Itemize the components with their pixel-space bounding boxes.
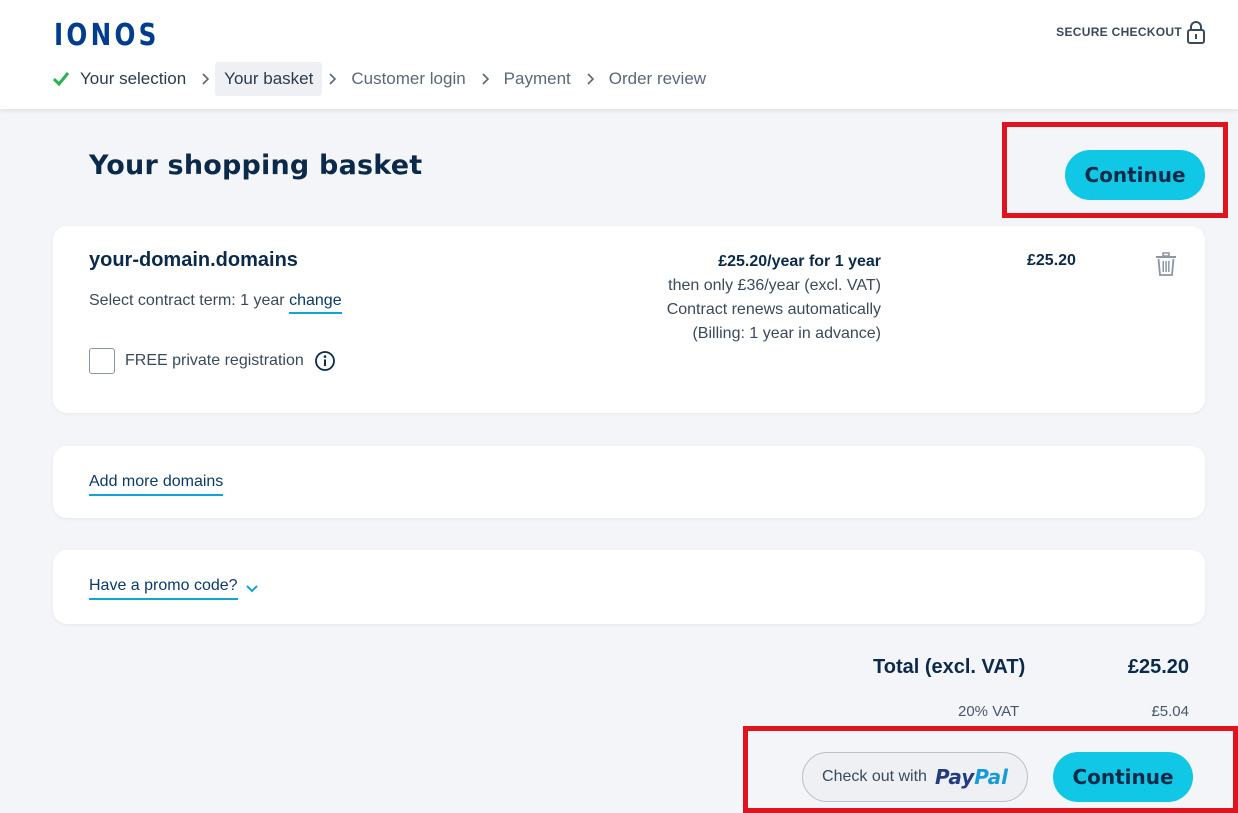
- contract-term: Select contract term: 1 year change: [89, 292, 342, 314]
- promo-code-link[interactable]: Have a promo code?: [89, 577, 238, 600]
- step-label: Your selection: [80, 69, 187, 88]
- step-label: Your basket: [224, 69, 314, 88]
- total-label: Total (excl. VAT): [873, 656, 1026, 678]
- chevron-right-icon: [201, 73, 210, 85]
- paypal-logo: PayPal: [934, 765, 1008, 789]
- step-label: Customer login: [351, 69, 466, 88]
- add-more-domains-link[interactable]: Add more domains: [89, 473, 224, 496]
- promo-toggle[interactable]: Have a promo code?: [89, 577, 258, 600]
- step-customer-login: Customer login: [342, 62, 474, 96]
- private-registration-row: FREE private registration: [89, 348, 336, 374]
- change-term-link[interactable]: change: [289, 292, 342, 314]
- price-line-auto-renew: Contract renews automatically: [666, 301, 881, 318]
- step-label: Payment: [503, 69, 571, 88]
- info-icon[interactable]: [314, 350, 336, 372]
- price-details: £25.20/year for 1 year then only £36/yea…: [667, 250, 881, 346]
- step-payment: Payment: [495, 62, 580, 96]
- paypal-prefix: Check out with: [822, 768, 927, 785]
- basket-item-card: your-domain.domains Select contract term…: [53, 226, 1205, 413]
- checkout-steps: Your selection Your basket Customer logi…: [50, 62, 715, 96]
- lock-icon: [1187, 21, 1205, 44]
- secure-checkout: SECURE CHECKOUT: [1056, 20, 1206, 44]
- ionos-logo[interactable]: IONOS: [54, 18, 160, 53]
- vat-value: £5.04: [1151, 703, 1189, 720]
- price-line-renewal: then only £36/year (excl. VAT): [668, 277, 881, 294]
- page-title: Your shopping basket: [89, 150, 423, 181]
- vat-label: 20% VAT: [958, 703, 1020, 720]
- add-more-card: Add more domains: [53, 446, 1205, 518]
- paypal-checkout-button[interactable]: Check out with PayPal: [802, 752, 1028, 802]
- domain-name: your-domain.domains: [89, 249, 298, 271]
- continue-button-bottom[interactable]: Continue: [1053, 752, 1193, 802]
- checkmark-icon: [52, 71, 70, 87]
- chevron-right-icon: [481, 73, 489, 85]
- step-label: Order review: [608, 69, 707, 88]
- private-registration-checkbox[interactable]: [89, 348, 115, 374]
- step-order-review: Order review: [600, 62, 715, 96]
- price-line-billing: (Billing: 1 year in advance): [692, 325, 881, 342]
- step-your-selection[interactable]: Your selection: [50, 62, 195, 96]
- continue-button-top[interactable]: Continue: [1065, 150, 1205, 200]
- chevron-right-icon: [328, 73, 337, 85]
- secure-checkout-label: SECURE CHECKOUT: [1056, 25, 1182, 39]
- header: IONOS SECURE CHECKOUT Your selection You…: [0, 0, 1238, 109]
- contract-term-label: Select contract term: 1 year: [89, 292, 285, 309]
- step-your-basket: Your basket: [215, 62, 323, 96]
- chevron-down-icon: [245, 584, 258, 593]
- item-price: £25.20: [1027, 252, 1076, 269]
- total-value: £25.20: [1127, 656, 1189, 678]
- trash-icon[interactable]: [1155, 252, 1177, 281]
- chevron-right-icon: [586, 73, 594, 85]
- price-line-intro: £25.20/year for 1 year: [718, 253, 881, 270]
- private-registration-label[interactable]: FREE private registration: [125, 352, 304, 370]
- promo-card: Have a promo code?: [53, 550, 1205, 624]
